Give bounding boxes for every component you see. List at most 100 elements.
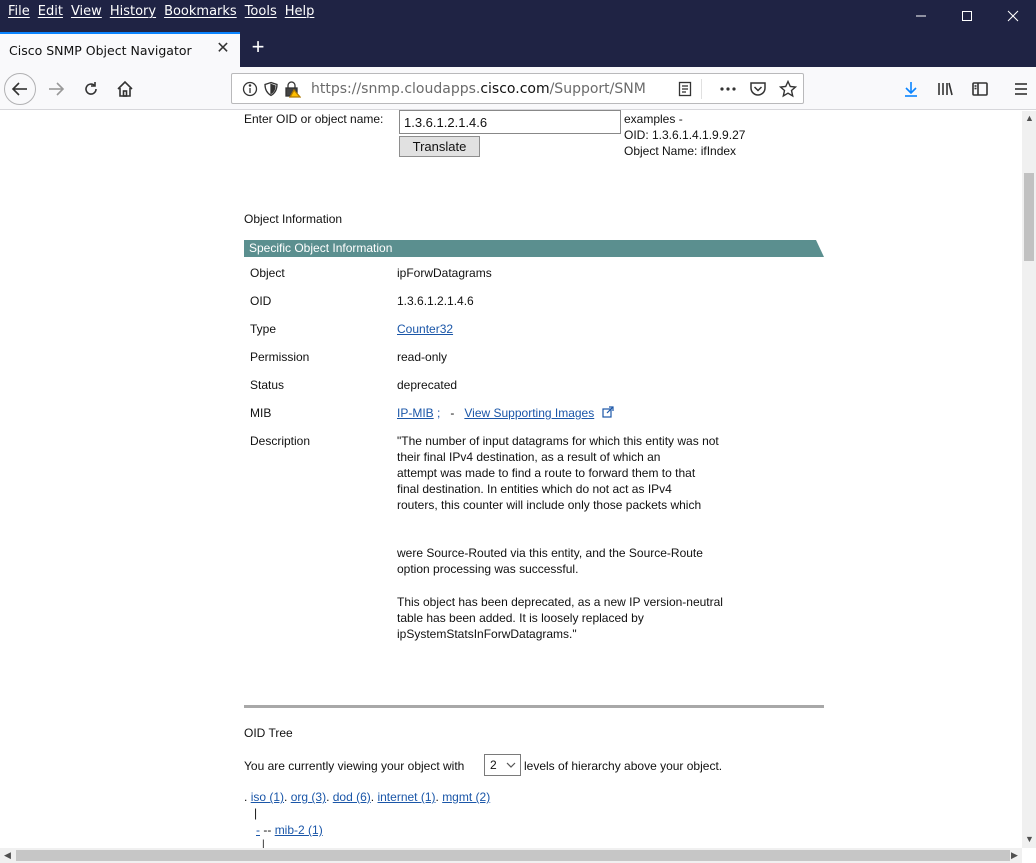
permission-label: Permission	[250, 350, 310, 364]
back-button[interactable]	[4, 73, 36, 105]
description-line: attempt was made to find a route to forw…	[397, 466, 696, 480]
tree-link-internet[interactable]: internet (1)	[377, 790, 435, 804]
library-button[interactable]	[931, 75, 959, 103]
tree-link-org[interactable]: org (3)	[291, 790, 326, 804]
url-separator	[701, 79, 702, 99]
vertical-scrollbar-thumb[interactable]	[1024, 173, 1034, 261]
tree-link-iso[interactable]: iso (1)	[251, 790, 284, 804]
specific-object-banner: Specific Object Information	[244, 240, 824, 257]
description-line: their final IPv4 destination, as a resul…	[397, 450, 661, 464]
tab-close-icon[interactable]: ✕	[214, 40, 232, 58]
mib-label: MIB	[250, 406, 272, 420]
status-label: Status	[250, 378, 285, 392]
forward-button[interactable]	[42, 75, 70, 103]
path-separator: .	[244, 790, 248, 804]
forward-arrow-icon	[49, 82, 65, 96]
reader-view-icon[interactable]	[676, 80, 694, 98]
menu-edit[interactable]: Edit	[34, 4, 67, 19]
description-line: table has been added. It is loosely repl…	[397, 611, 644, 625]
hamburger-menu-icon	[1015, 83, 1027, 95]
menu-view[interactable]: View	[67, 4, 106, 19]
lock-warning-icon[interactable]	[283, 80, 301, 98]
path-separator: .	[284, 790, 288, 804]
tree-link-mgmt[interactable]: mgmt (2)	[442, 790, 490, 804]
object-value: ipForwDatagrams	[397, 266, 492, 280]
home-button[interactable]	[111, 75, 139, 103]
maximize-button[interactable]	[944, 0, 990, 32]
oid-input[interactable]: 1.3.6.1.2.1.4.6	[399, 110, 621, 134]
tree-link-dod[interactable]: dod (6)	[333, 790, 371, 804]
close-icon	[1007, 10, 1019, 22]
description-line: This object has been deprecated, as a ne…	[397, 595, 723, 609]
object-information-heading: Object Information	[244, 212, 343, 226]
translate-button[interactable]: Translate	[399, 136, 480, 157]
downloads-button[interactable]	[897, 75, 925, 103]
section-divider	[244, 705, 824, 708]
oid-input-label: Enter OID or object name:	[244, 112, 384, 126]
pocket-icon[interactable]	[749, 80, 767, 98]
object-label: Object	[250, 266, 285, 280]
download-icon	[905, 82, 917, 97]
tree-collapse-link[interactable]: -	[256, 823, 260, 837]
example-oid: OID: 1.3.6.1.4.1.9.9.27	[624, 128, 746, 142]
description-para-3: This object has been deprecated, as a ne…	[397, 594, 767, 642]
levels-selected-value: 2	[490, 758, 497, 772]
home-icon	[117, 80, 133, 97]
minimize-button[interactable]	[898, 0, 944, 32]
tree-link-mib-2[interactable]: mib-2 (1)	[275, 823, 323, 837]
page-actions-icon[interactable]	[719, 80, 737, 98]
menu-tools[interactable]: Tools	[241, 4, 281, 19]
url-suffix: /Support/SNMP	[549, 81, 645, 97]
horizontal-scrollbar-thumb[interactable]	[16, 850, 1010, 861]
scroll-up-icon[interactable]: ▲	[1025, 113, 1034, 123]
oid-value: 1.3.6.1.2.1.4.6	[397, 294, 474, 308]
mib-separator: -	[450, 406, 455, 420]
tab-title: Cisco SNMP Object Navigator	[9, 43, 192, 58]
sidebar-button[interactable]	[966, 75, 994, 103]
tab-cisco-snmp[interactable]: Cisco SNMP Object Navigator ✕	[0, 32, 240, 67]
description-label: Description	[250, 434, 311, 448]
permission-value: read-only	[397, 350, 448, 364]
view-supporting-images-link[interactable]: View Supporting Images	[464, 406, 594, 420]
levels-text-after: levels of hierarchy above your object.	[524, 759, 723, 773]
levels-text-before: You are currently viewing your object wi…	[244, 759, 465, 773]
info-icon[interactable]	[241, 80, 259, 98]
new-tab-button[interactable]: +	[246, 36, 270, 60]
type-link[interactable]: Counter32	[397, 322, 453, 336]
examples-block: examples - OID: 1.3.6.1.4.1.9.9.27 Objec…	[624, 111, 745, 159]
status-value: deprecated	[397, 378, 458, 392]
bookmark-star-icon[interactable]	[779, 80, 797, 98]
menu-file[interactable]: File	[4, 4, 34, 19]
chevron-down-icon	[506, 762, 516, 768]
description-line: "The number of input datagrams for which…	[397, 434, 719, 448]
menu-bookmarks[interactable]: Bookmarks	[160, 4, 241, 19]
reload-icon	[85, 82, 97, 95]
open-menu-button[interactable]	[1007, 75, 1035, 103]
menu-help[interactable]: Help	[281, 4, 319, 19]
description-line: final destination. In entities which do …	[397, 482, 672, 496]
description-line: were Source-Routed via this entity, and …	[397, 546, 703, 560]
url-bar[interactable]: https://snmp.cloudapps.cisco.com/Support…	[231, 73, 804, 104]
menu-history[interactable]: History	[106, 4, 160, 19]
title-bar: File Edit View History Bookmarks Tools H…	[0, 0, 1036, 32]
url-domain: cisco.com	[480, 81, 550, 97]
path-separator: .	[370, 790, 375, 804]
tree-connector: --	[263, 823, 272, 837]
close-window-button[interactable]	[990, 0, 1036, 32]
scroll-down-icon[interactable]: ▼	[1025, 834, 1034, 844]
description-para-2: were Source-Routed via this entity, and …	[397, 545, 767, 577]
oid-tree-path: . iso (1). org (3). dod (6). internet (1…	[244, 790, 490, 804]
scroll-right-icon[interactable]: ▶	[1011, 850, 1018, 861]
examples-heading: examples -	[624, 112, 683, 126]
description-line: option processing was successful.	[397, 562, 579, 576]
tree-pipe: |	[254, 806, 258, 820]
tracking-shield-icon[interactable]	[262, 80, 280, 98]
menu-bar: File Edit View History Bookmarks Tools H…	[4, 4, 318, 19]
levels-select[interactable]: 2	[484, 754, 521, 776]
reload-button[interactable]	[77, 75, 105, 103]
path-separator: .	[326, 790, 330, 804]
url-text[interactable]: https://snmp.cloudapps.cisco.com/Support…	[311, 81, 645, 97]
scroll-left-icon[interactable]: ◀	[4, 850, 11, 861]
mib-suffix: ;	[433, 406, 441, 420]
mib-link[interactable]: IP-MIB	[397, 406, 434, 420]
